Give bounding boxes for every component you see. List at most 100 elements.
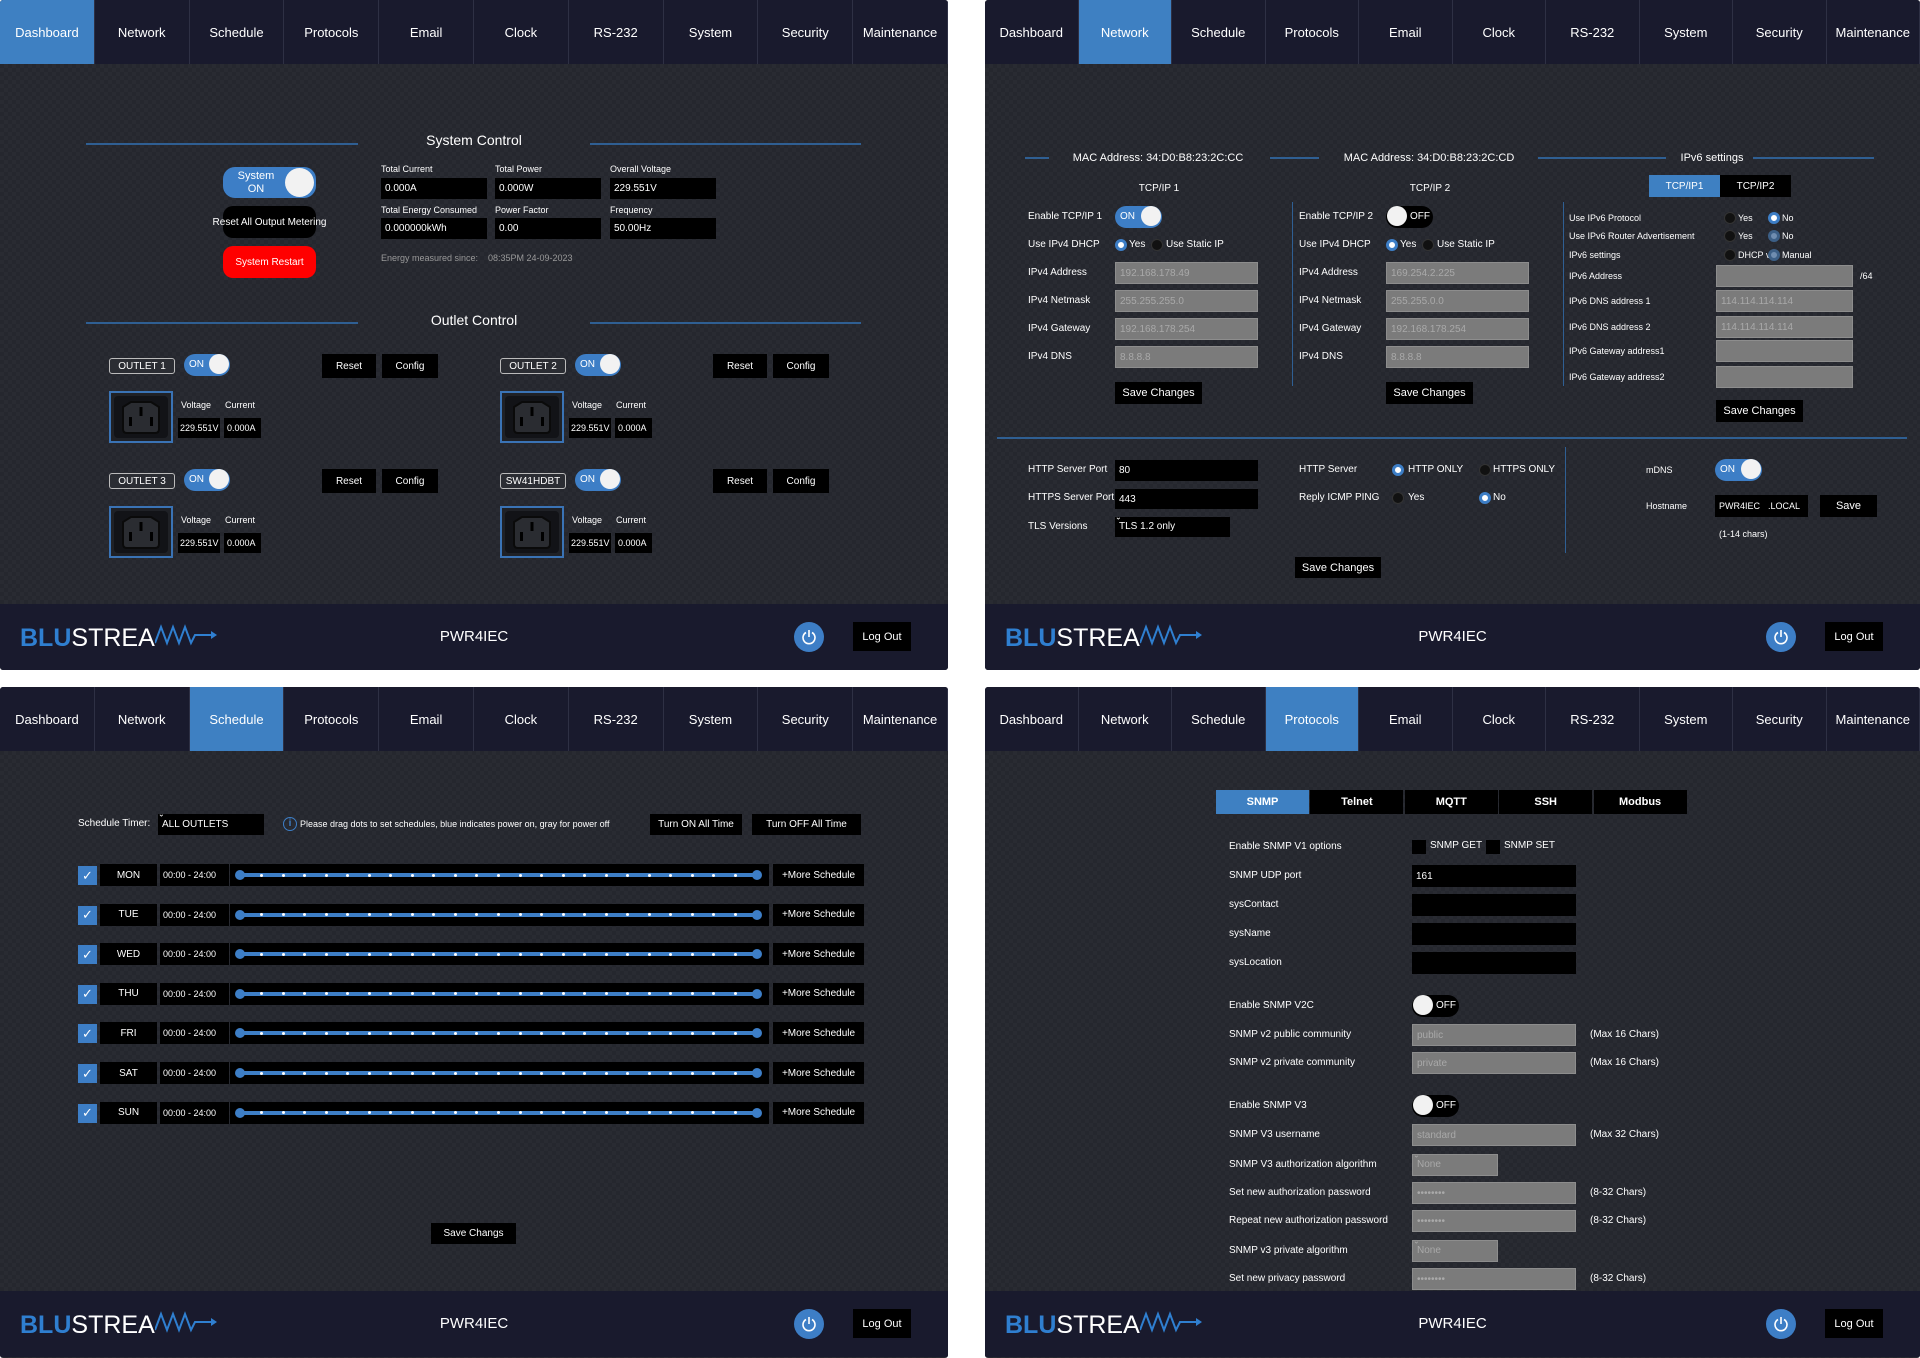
- day-checkbox[interactable]: ✓: [78, 905, 97, 925]
- outlet-toggle[interactable]: ON: [575, 469, 621, 491]
- tab-clock[interactable]: Clock: [1453, 687, 1546, 751]
- protocol-tab-telnet[interactable]: Telnet: [1310, 790, 1404, 814]
- ipv4-field-input[interactable]: 192.168.178.49: [1115, 262, 1258, 284]
- snmp-option-checkbox[interactable]: [1486, 840, 1500, 854]
- tab-network[interactable]: Network: [95, 687, 190, 751]
- snmp-input[interactable]: [1412, 923, 1576, 945]
- schedule-end-handle[interactable]: [752, 870, 762, 880]
- tls-versions-select[interactable]: TLS 1.2 only ⌄: [1115, 513, 1230, 537]
- schedule-start-handle[interactable]: [235, 949, 245, 960]
- tab-clock[interactable]: Clock: [474, 687, 569, 751]
- ipv4-field-input[interactable]: 8.8.8.8: [1386, 346, 1529, 368]
- tab-network[interactable]: Network: [1079, 687, 1172, 751]
- turn-off-all-button[interactable]: Turn OFF All Time: [752, 814, 861, 835]
- schedule-track[interactable]: [230, 864, 769, 886]
- schedule-timer-select[interactable]: ALL OUTLETS ⌄: [158, 810, 264, 835]
- schedule-end-handle[interactable]: [752, 1068, 762, 1078]
- more-schedule-button[interactable]: +More Schedule: [773, 982, 864, 1005]
- icmp-yes-radio[interactable]: [1392, 492, 1404, 504]
- ipv4-field-input[interactable]: 192.168.178.254: [1386, 318, 1529, 340]
- tab-protocols[interactable]: Protocols: [284, 687, 380, 751]
- ipv6-option-radio[interactable]: [1768, 230, 1780, 242]
- hostname-save-button[interactable]: Save: [1820, 495, 1877, 517]
- icmp-no-radio[interactable]: [1479, 492, 1491, 504]
- tab-dashboard[interactable]: Dashboard: [985, 687, 1079, 751]
- ipv4-field-input[interactable]: 255.255.255.0: [1115, 290, 1258, 312]
- outlet-reset-button[interactable]: Reset: [322, 469, 376, 493]
- ipv6-option-radio[interactable]: [1724, 230, 1736, 242]
- schedule-track[interactable]: [230, 943, 769, 966]
- snmp-input[interactable]: 161: [1412, 865, 1576, 887]
- save-changes-button[interactable]: Save Changes: [1115, 382, 1202, 404]
- schedule-start-handle[interactable]: [235, 1068, 245, 1078]
- schedule-end-handle[interactable]: [752, 909, 762, 920]
- outlet-toggle[interactable]: ON: [184, 354, 230, 376]
- schedule-start-handle[interactable]: [235, 1107, 245, 1118]
- hostname-input[interactable]: PWR4IEC .LOCAL: [1715, 495, 1808, 517]
- ipv6-option-radio[interactable]: [1724, 249, 1736, 261]
- ipv4-field-input[interactable]: 169.254.2.225: [1386, 262, 1529, 284]
- snmp-option-checkbox[interactable]: [1412, 840, 1426, 854]
- ipv4-field-input[interactable]: 8.8.8.8: [1115, 346, 1258, 368]
- protocol-tab-ssh[interactable]: SSH: [1499, 790, 1593, 814]
- schedule-end-handle[interactable]: [752, 1028, 762, 1039]
- mdns-toggle[interactable]: ON: [1715, 459, 1762, 481]
- enable-tcp-toggle[interactable]: ON: [1115, 206, 1162, 228]
- tab-maintenance[interactable]: Maintenance: [1827, 687, 1920, 751]
- ipv4-field-input[interactable]: 255.255.0.0: [1386, 290, 1529, 312]
- protocol-tab-snmp[interactable]: SNMP: [1216, 790, 1309, 814]
- day-checkbox[interactable]: ✓: [78, 1064, 97, 1083]
- turn-on-all-button[interactable]: Turn ON All Time: [650, 814, 742, 835]
- snmp-disabled-input[interactable]: public: [1412, 1024, 1576, 1046]
- schedule-end-handle[interactable]: [752, 988, 762, 999]
- system-restart-button[interactable]: System Restart: [223, 246, 316, 278]
- tab-clock[interactable]: Clock: [1453, 0, 1546, 64]
- https-port-input[interactable]: 443: [1115, 489, 1258, 509]
- schedule-end-handle[interactable]: [752, 949, 762, 960]
- more-schedule-button[interactable]: +More Schedule: [773, 943, 864, 966]
- snmp-disabled-input[interactable]: ••••••••: [1412, 1182, 1576, 1204]
- more-schedule-button[interactable]: +More Schedule: [773, 1101, 864, 1124]
- ipv6-field-input[interactable]: 114.114.114.114: [1716, 316, 1853, 338]
- tab-dashboard[interactable]: Dashboard: [0, 687, 95, 751]
- schedule-track[interactable]: [230, 903, 769, 926]
- schedule-track[interactable]: [230, 1101, 769, 1124]
- outlet-reset-button[interactable]: Reset: [713, 469, 767, 493]
- ipv6-field-input[interactable]: [1716, 265, 1853, 287]
- outlet-config-button[interactable]: Config: [382, 354, 438, 378]
- ipv6-option-radio[interactable]: [1724, 212, 1736, 224]
- tab-system[interactable]: System: [664, 687, 759, 751]
- http-only-radio[interactable]: [1392, 464, 1404, 476]
- http-port-input[interactable]: 80: [1115, 460, 1258, 481]
- save-changes-button[interactable]: Save Changs: [431, 1223, 516, 1244]
- logout-button[interactable]: Log Out: [1825, 622, 1883, 651]
- enable-tcp-toggle[interactable]: OFF: [1386, 206, 1433, 228]
- tab-network[interactable]: Network: [1078, 0, 1172, 64]
- tab-protocols[interactable]: Protocols: [1266, 0, 1359, 64]
- outlet-toggle[interactable]: ON: [184, 469, 230, 491]
- dhcp-yes-radio[interactable]: [1115, 239, 1127, 251]
- tab-rs-232[interactable]: RS-232: [1546, 687, 1640, 751]
- outlet-toggle[interactable]: ON: [575, 354, 621, 376]
- ipv6-option-radio[interactable]: [1768, 212, 1780, 224]
- ipv4-field-input[interactable]: 192.168.178.254: [1115, 318, 1258, 340]
- tab-dashboard[interactable]: Dashboard: [985, 0, 1079, 64]
- power-button[interactable]: [1766, 1309, 1796, 1339]
- ipv6-tab-1[interactable]: TCP/IP1: [1649, 175, 1720, 197]
- power-button[interactable]: [794, 1309, 824, 1339]
- outlet-config-button[interactable]: Config: [773, 354, 829, 378]
- tab-system[interactable]: System: [1640, 0, 1733, 64]
- tab-email[interactable]: Email: [1359, 687, 1453, 751]
- tab-security[interactable]: Security: [1733, 687, 1827, 751]
- schedule-track[interactable]: [230, 982, 769, 1005]
- snmp-input[interactable]: [1412, 894, 1576, 916]
- tab-schedule[interactable]: Schedule: [189, 687, 285, 751]
- schedule-start-handle[interactable]: [235, 909, 245, 920]
- protocol-tab-mqtt[interactable]: MQTT: [1404, 790, 1498, 814]
- outlet-reset-button[interactable]: Reset: [322, 354, 376, 378]
- dhcp-yes-radio[interactable]: [1386, 239, 1398, 251]
- https-only-radio[interactable]: [1479, 464, 1491, 476]
- schedule-track[interactable]: [230, 1022, 769, 1045]
- schedule-start-handle[interactable]: [235, 988, 245, 999]
- more-schedule-button[interactable]: +More Schedule: [773, 903, 864, 926]
